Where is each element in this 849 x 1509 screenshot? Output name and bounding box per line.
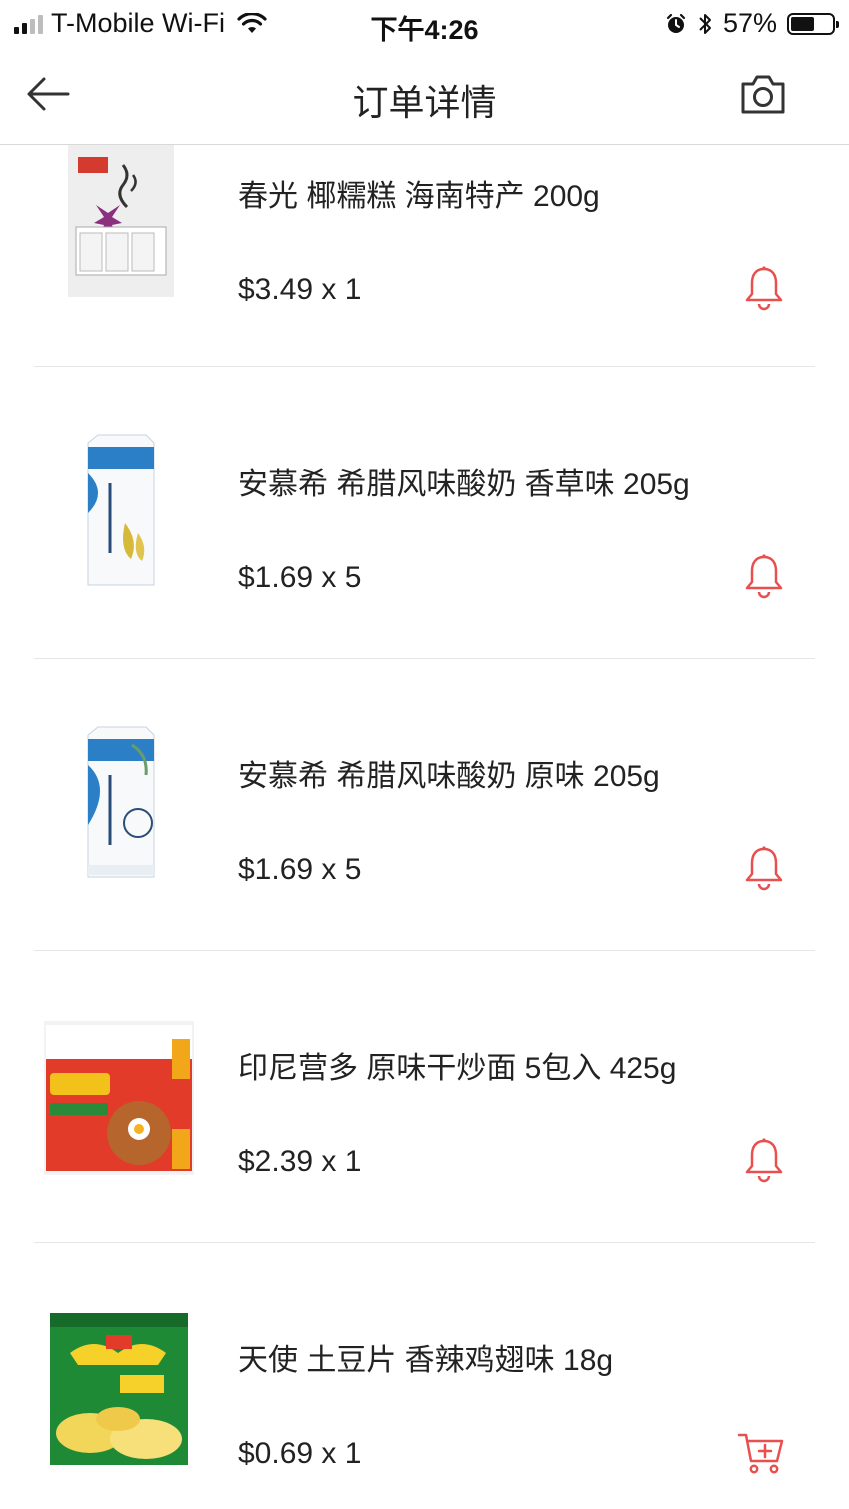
battery-icon [787, 12, 839, 35]
add-to-cart-icon[interactable] [737, 1429, 785, 1475]
product-price: $3.49 x 1 [238, 273, 362, 306]
order-item-list: 春光 椰糯糕 海南特产 200g $3.49 x 1 安慕希 希腊风味酸奶 香草… [0, 145, 849, 1509]
product-image [50, 1313, 188, 1465]
list-item[interactable]: 春光 椰糯糕 海南特产 200g $3.49 x 1 [0, 145, 849, 367]
product-image [87, 434, 155, 586]
product-image [87, 726, 155, 878]
nav-bar: 订单详情 [0, 48, 849, 145]
product-name: 安慕希 希腊风味酸奶 香草味 205g [238, 468, 690, 501]
page-title: 订单详情 [352, 82, 497, 123]
list-item[interactable]: 安慕希 希腊风味酸奶 香草味 205g $1.69 x 5 [0, 367, 849, 659]
bell-icon[interactable] [743, 845, 785, 891]
list-item[interactable]: 天使 土豆片 香辣鸡翅味 18g $0.69 x 1 [0, 1243, 849, 1509]
bell-icon[interactable] [743, 553, 785, 599]
camera-icon[interactable] [739, 72, 787, 116]
product-price: $1.69 x 5 [238, 853, 362, 886]
product-name: 安慕希 希腊风味酸奶 原味 205g [238, 760, 660, 793]
product-image [68, 145, 174, 297]
product-price: $2.39 x 1 [238, 1145, 362, 1178]
bell-icon[interactable] [743, 265, 785, 311]
battery-level [791, 16, 814, 31]
list-item[interactable]: 印尼营多 原味干炒面 5包入 425g $2.39 x 1 [0, 951, 849, 1243]
product-image [44, 1021, 194, 1175]
status-right: 57% [665, 8, 839, 39]
product-name: 天使 土豆片 香辣鸡翅味 18g [238, 1344, 614, 1377]
battery-percent: 57% [722, 8, 777, 38]
product-price: $1.69 x 5 [238, 561, 362, 594]
product-price: $0.69 x 1 [238, 1437, 362, 1470]
status-bar: T-Mobile Wi-Fi 下午4:26 57% [0, 0, 849, 48]
product-name: 印尼营多 原味干炒面 5包入 425g [238, 1052, 677, 1085]
bell-icon[interactable] [743, 1137, 785, 1183]
product-name: 春光 椰糯糕 海南特产 200g [238, 180, 600, 213]
bluetooth-icon [699, 13, 711, 34]
alarm-icon [666, 13, 686, 33]
list-item[interactable]: 安慕希 希腊风味酸奶 原味 205g $1.69 x 5 [0, 659, 849, 951]
